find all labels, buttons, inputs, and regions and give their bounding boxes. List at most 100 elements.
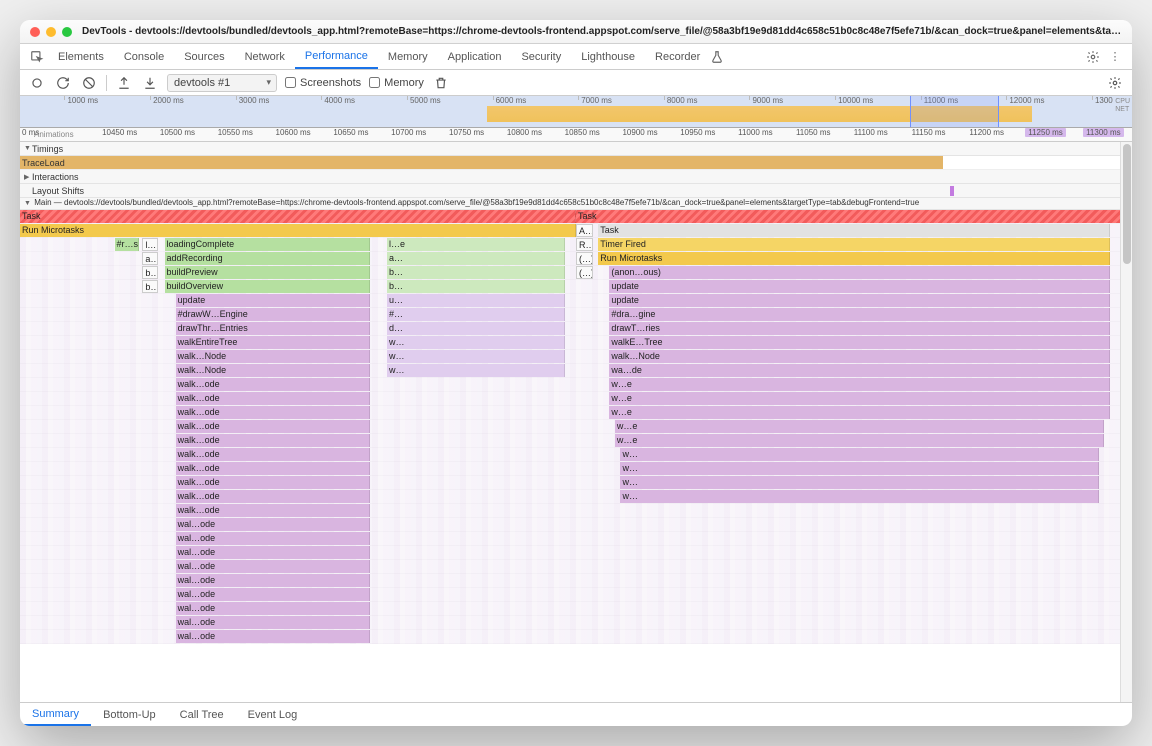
flame-block[interactable]: walk…ode	[176, 406, 371, 419]
flame-block[interactable]: wal…ode	[176, 546, 371, 559]
kebab-icon[interactable]: ⋮	[1104, 48, 1126, 66]
tab-performance[interactable]: Performance	[295, 44, 378, 69]
flame-block[interactable]: b…	[387, 266, 565, 279]
tab-console[interactable]: Console	[114, 44, 174, 69]
traceload-row[interactable]: TraceLoad	[20, 156, 1132, 170]
tab-security[interactable]: Security	[511, 44, 571, 69]
flame-block[interactable]: u…	[387, 294, 565, 307]
flame-block[interactable]: walk…ode	[176, 476, 371, 489]
flame-graph[interactable]: TaskTaskRun MicrotasksA…Task#r…sl…loadin…	[20, 210, 1132, 644]
flame-block[interactable]: loadingComplete	[165, 238, 371, 251]
flame-block[interactable]: walkE…Tree	[609, 336, 1109, 349]
flame-block[interactable]: b…	[142, 280, 158, 293]
flame-block[interactable]: walk…Node	[176, 364, 371, 377]
flame-block[interactable]: w…e	[609, 392, 1109, 405]
tab-elements[interactable]: Elements	[48, 44, 114, 69]
flame-block[interactable]: (anon…ous)	[609, 266, 1109, 279]
flame-block[interactable]: wal…ode	[176, 602, 371, 615]
flame-block[interactable]: walkEntireTree	[176, 336, 371, 349]
flame-block[interactable]: w…	[620, 448, 1098, 461]
flame-block[interactable]: wal…ode	[176, 518, 371, 531]
flame-block[interactable]: buildOverview	[165, 280, 371, 293]
settings-small-icon[interactable]	[1106, 74, 1124, 92]
flame-block[interactable]: update	[609, 294, 1109, 307]
reload-icon[interactable]	[54, 74, 72, 92]
bottom-tab-summary[interactable]: Summary	[20, 703, 91, 726]
flame-block[interactable]: a…	[142, 252, 158, 265]
flame-block[interactable]: l…	[142, 238, 158, 251]
flame-block[interactable]: update	[609, 280, 1109, 293]
flame-block[interactable]: wal…ode	[176, 630, 371, 643]
inspect-icon[interactable]	[26, 48, 48, 66]
minimize-icon[interactable]	[46, 27, 56, 37]
interactions-header[interactable]: ▶Interactions	[20, 170, 1132, 184]
main-thread-header[interactable]: ▼ Main — devtools://devtools/bundled/dev…	[20, 198, 1132, 210]
flame-block[interactable]: #drawW…Engine	[176, 308, 371, 321]
tracks-area[interactable]: ▼Timings TraceLoad ▶Interactions Layout …	[20, 142, 1132, 702]
flame-block[interactable]: Run Microtasks	[598, 252, 1110, 265]
flame-block[interactable]: walk…ode	[176, 504, 371, 517]
settings-icon[interactable]	[1082, 48, 1104, 66]
scrollbar[interactable]	[1120, 142, 1132, 702]
flame-block[interactable]: walk…ode	[176, 490, 371, 503]
flame-block[interactable]: w…	[387, 336, 565, 349]
tab-sources[interactable]: Sources	[174, 44, 234, 69]
tab-lighthouse[interactable]: Lighthouse	[571, 44, 645, 69]
flame-block[interactable]: buildPreview	[165, 266, 371, 279]
memory-checkbox[interactable]: Memory	[369, 77, 424, 89]
flame-block[interactable]: wa…de	[609, 364, 1109, 377]
flame-block[interactable]: #dra…gine	[609, 308, 1109, 321]
bottom-tab-call-tree[interactable]: Call Tree	[168, 703, 236, 726]
tab-application[interactable]: Application	[438, 44, 512, 69]
flame-block[interactable]: walk…ode	[176, 378, 371, 391]
time-ruler[interactable]: 0 ms10450 ms10500 ms10550 ms10600 ms1065…	[20, 128, 1132, 142]
flame-block[interactable]: walk…ode	[176, 392, 371, 405]
flame-block[interactable]: Task	[598, 224, 1110, 237]
flame-block[interactable]: walk…ode	[176, 420, 371, 433]
flame-block[interactable]: w…	[387, 364, 565, 377]
tab-network[interactable]: Network	[235, 44, 295, 69]
flame-block[interactable]: #r…s	[115, 238, 139, 251]
record-icon[interactable]	[28, 74, 46, 92]
flask-icon[interactable]	[706, 48, 728, 66]
overview-minimap[interactable]: 1000 ms2000 ms3000 ms4000 ms5000 ms6000 …	[20, 96, 1132, 128]
flame-block[interactable]: w…	[620, 462, 1098, 475]
flame-block[interactable]: w…	[620, 476, 1098, 489]
flame-block[interactable]: b…	[142, 266, 158, 279]
flame-block[interactable]: w…e	[609, 406, 1109, 419]
scroll-thumb[interactable]	[1123, 144, 1131, 264]
bottom-tab-event-log[interactable]: Event Log	[236, 703, 310, 726]
flame-block[interactable]: drawThr…Entries	[176, 322, 371, 335]
flame-block[interactable]: R…	[576, 238, 593, 251]
flame-block[interactable]: update	[176, 294, 371, 307]
layout-shifts-header[interactable]: Layout Shifts	[20, 184, 1132, 198]
timings-header[interactable]: ▼Timings	[20, 142, 1132, 156]
flame-block[interactable]: Task	[576, 210, 1121, 223]
tab-recorder[interactable]: Recorder	[645, 44, 710, 69]
flame-block[interactable]: wal…ode	[176, 532, 371, 545]
traceload-bar[interactable]: TraceLoad	[20, 156, 943, 169]
bottom-tab-bottom-up[interactable]: Bottom-Up	[91, 703, 168, 726]
flame-block[interactable]: Timer Fired	[598, 238, 1110, 251]
clear-icon[interactable]	[80, 74, 98, 92]
flame-block[interactable]: walk…Node	[176, 350, 371, 363]
flame-block[interactable]: Run Microtasks	[20, 224, 576, 237]
flame-block[interactable]: drawT…ries	[609, 322, 1109, 335]
flame-block[interactable]: w…e	[609, 378, 1109, 391]
flame-block[interactable]: a…	[387, 252, 565, 265]
upload-icon[interactable]	[115, 74, 133, 92]
flame-block[interactable]: b…	[387, 280, 565, 293]
flame-block[interactable]: wal…ode	[176, 588, 371, 601]
flame-block[interactable]: w…e	[615, 420, 1104, 433]
screenshots-checkbox[interactable]: Screenshots	[285, 77, 361, 89]
delete-icon[interactable]	[432, 74, 450, 92]
flame-block[interactable]: w…e	[615, 434, 1104, 447]
flame-block[interactable]: walk…ode	[176, 448, 371, 461]
close-icon[interactable]	[30, 27, 40, 37]
flame-block[interactable]: d…	[387, 322, 565, 335]
flame-block[interactable]: walk…Node	[609, 350, 1109, 363]
flame-block[interactable]: addRecording	[165, 252, 371, 265]
flame-block[interactable]: w…	[620, 490, 1098, 503]
download-icon[interactable]	[141, 74, 159, 92]
flame-block[interactable]: A…	[576, 224, 593, 237]
